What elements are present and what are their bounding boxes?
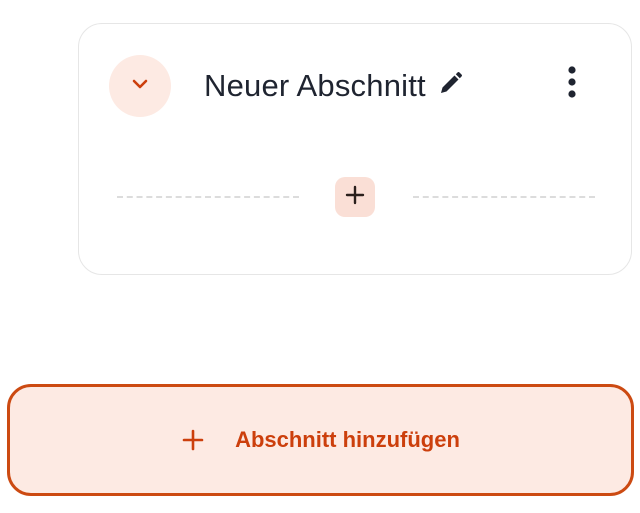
divider-left — [117, 196, 299, 198]
section-more-button[interactable] — [559, 64, 585, 104]
section-title: Neuer Abschnitt — [204, 68, 426, 103]
more-vertical-icon — [566, 64, 578, 105]
add-section-label: Abschnitt hinzufügen — [235, 427, 460, 452]
divider-right — [413, 196, 595, 198]
plus-icon — [181, 428, 205, 452]
add-item-button[interactable] — [335, 177, 375, 217]
plus-icon — [345, 185, 365, 210]
section-card: Neuer Abschnitt — [78, 23, 632, 275]
pencil-icon — [437, 71, 463, 102]
chevron-down-icon — [129, 73, 151, 100]
section-title-area: Neuer Abschnitt — [204, 64, 464, 108]
collapse-section-button[interactable] — [109, 55, 171, 117]
page: Neuer Abschnitt Abschnitt hinzufügen — [0, 0, 640, 513]
add-section-button[interactable]: Abschnitt hinzufügen — [7, 384, 634, 496]
insert-item-row — [117, 177, 595, 217]
edit-title-button[interactable] — [436, 71, 464, 102]
